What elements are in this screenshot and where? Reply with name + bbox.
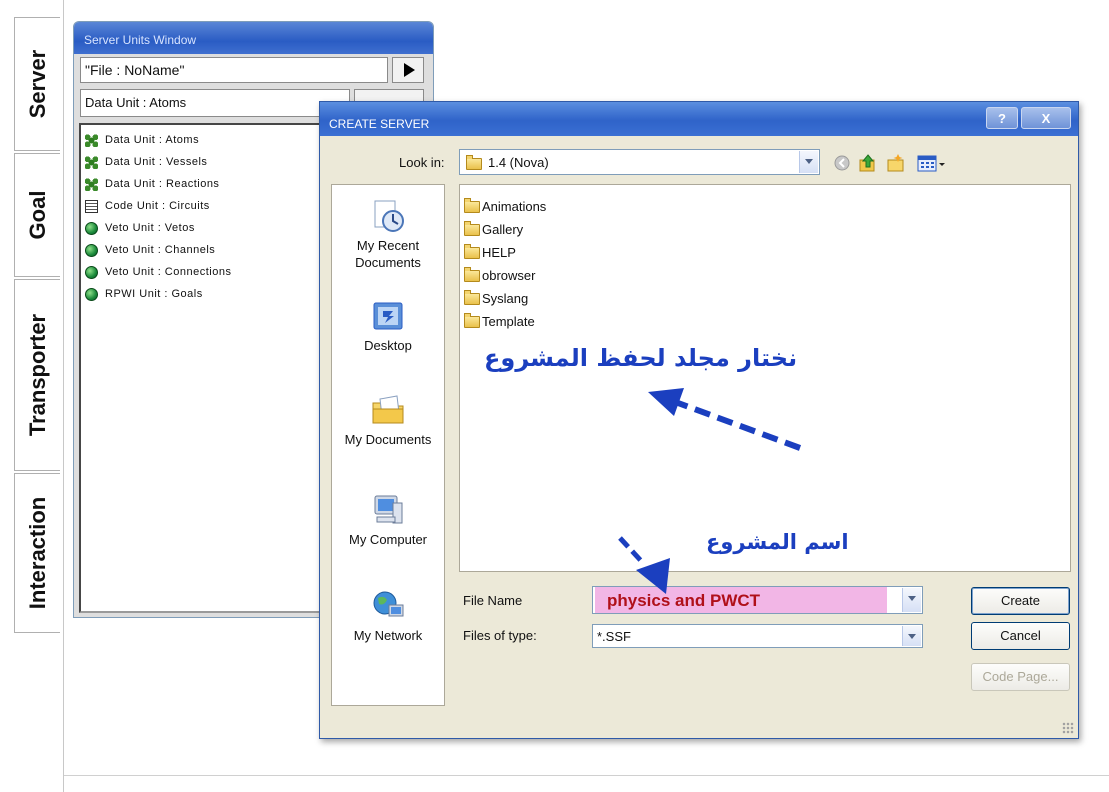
server-units-window-title: Server Units Window xyxy=(74,22,433,54)
look-in-label: Look in: xyxy=(399,155,445,170)
file-type-value: *.SSF xyxy=(597,629,631,644)
unit-selector[interactable]: Data Unit : Atoms xyxy=(80,89,350,117)
atom-icon xyxy=(85,177,98,191)
unit-label: Data Unit : Reactions xyxy=(105,178,220,190)
folder-icon xyxy=(466,155,482,170)
unit-label: Code Unit : Circuits xyxy=(105,200,210,212)
close-button[interactable]: X xyxy=(1021,107,1071,129)
unit-label: Veto Unit : Connections xyxy=(105,266,232,278)
folder-name: Animations xyxy=(482,199,547,214)
atom-icon xyxy=(85,133,98,147)
file-list: Animations Gallery HELP obrowser Syslang… xyxy=(459,184,1071,572)
place-desktop[interactable]: Desktop xyxy=(332,299,444,354)
dialog-titlebar: CREATE SERVER ? X xyxy=(320,102,1078,136)
annotation-project-name: اسم المشروع xyxy=(706,530,849,554)
dialog-title: CREATE SERVER xyxy=(329,117,430,131)
create-server-dialog: CREATE SERVER ? X Look in: 1.4 (Nova) My… xyxy=(319,101,1079,739)
tab-transporter-label: Transporter xyxy=(24,313,50,437)
chevron-down-icon xyxy=(799,151,818,173)
folder-icon xyxy=(464,312,480,328)
unit-label: Veto Unit : Vetos xyxy=(105,222,195,234)
view-menu-icon[interactable] xyxy=(917,155,945,172)
chevron-down-icon xyxy=(902,626,921,646)
code-icon xyxy=(85,199,98,213)
place-my-computer[interactable]: My Computer xyxy=(332,493,444,548)
resize-grip[interactable] xyxy=(1062,722,1074,734)
folder-name: Template xyxy=(482,314,535,329)
folder-item[interactable]: Syslang xyxy=(464,287,1070,310)
recent-documents-icon xyxy=(371,199,405,233)
folder-icon xyxy=(464,197,480,213)
unit-label: RPWI Unit : Goals xyxy=(105,288,203,300)
look-in-value: 1.4 (Nova) xyxy=(488,155,549,170)
folder-icon xyxy=(464,266,480,282)
tab-goal[interactable]: Goal xyxy=(14,153,60,277)
my-documents-icon xyxy=(371,393,405,427)
vertical-tab-strip: Server Goal Transporter Interaction xyxy=(0,0,64,792)
place-label: My Computer xyxy=(348,532,428,547)
folder-name: Gallery xyxy=(482,222,524,237)
navigation-toolbar xyxy=(834,154,945,172)
unit-label: Data Unit : Vessels xyxy=(105,156,208,168)
folder-name: HELP xyxy=(482,245,516,260)
place-my-documents[interactable]: My Documents xyxy=(332,393,444,448)
place-label: My Network xyxy=(353,628,423,643)
unit-label: Data Unit : Atoms xyxy=(105,134,200,146)
back-icon[interactable] xyxy=(834,155,850,171)
tab-goal-label: Goal xyxy=(24,190,50,240)
my-computer-icon xyxy=(371,493,405,527)
chevron-down-icon xyxy=(902,588,921,612)
place-label: My Documents xyxy=(344,432,432,447)
bottom-divider xyxy=(64,775,1109,776)
desktop-icon xyxy=(371,299,405,333)
unit-label: Veto Unit : Channels xyxy=(105,244,216,256)
atom-icon xyxy=(85,155,98,169)
place-recent-documents[interactable]: My Recent Documents xyxy=(332,199,444,271)
file-type-label: Files of type: xyxy=(463,628,537,643)
look-in-dropdown[interactable]: 1.4 (Nova) xyxy=(459,149,820,175)
folder-icon xyxy=(464,220,480,236)
globe-icon xyxy=(85,287,98,301)
place-label: My Recent Documents xyxy=(355,238,421,270)
tab-transporter[interactable]: Transporter xyxy=(14,279,60,471)
folder-item[interactable]: Gallery xyxy=(464,218,1070,241)
file-name-display: "File : NoName" xyxy=(80,57,388,83)
file-type-dropdown[interactable]: *.SSF xyxy=(592,624,923,648)
annotation-choose-folder: نختار مجلد لحفظ المشروع xyxy=(484,344,798,372)
create-button[interactable]: Create xyxy=(971,587,1070,615)
up-folder-icon[interactable] xyxy=(859,154,875,172)
tab-strip-divider xyxy=(63,0,64,792)
file-name-label: File Name xyxy=(463,593,523,608)
folder-item[interactable]: Template xyxy=(464,310,1070,333)
folder-item[interactable]: HELP xyxy=(464,241,1070,264)
my-network-icon xyxy=(371,589,405,623)
new-folder-icon[interactable] xyxy=(887,154,904,172)
folder-icon xyxy=(464,243,480,259)
code-page-button[interactable]: Code Page... xyxy=(971,663,1070,691)
tab-server[interactable]: Server xyxy=(14,17,60,151)
folder-item[interactable]: obrowser xyxy=(464,264,1070,287)
tab-server-label: Server xyxy=(24,49,50,119)
places-bar: My Recent Documents Desktop My Documents… xyxy=(331,184,445,706)
globe-icon xyxy=(85,265,98,279)
globe-icon xyxy=(85,243,98,257)
folder-icon xyxy=(464,289,480,305)
folder-name: obrowser xyxy=(482,268,536,283)
tab-interaction-label: Interaction xyxy=(24,496,50,610)
cancel-button[interactable]: Cancel xyxy=(971,622,1070,650)
place-label: Desktop xyxy=(364,338,412,353)
folder-name: Syslang xyxy=(482,291,529,306)
folder-item[interactable]: Animations xyxy=(464,195,1070,218)
globe-icon xyxy=(85,221,98,235)
annotation-arrow-folder xyxy=(648,388,802,451)
annotation-arrow-name xyxy=(618,536,670,594)
place-my-network[interactable]: My Network xyxy=(332,589,444,644)
tab-interaction[interactable]: Interaction xyxy=(14,473,60,633)
run-button[interactable] xyxy=(392,57,424,83)
help-button[interactable]: ? xyxy=(986,107,1018,129)
